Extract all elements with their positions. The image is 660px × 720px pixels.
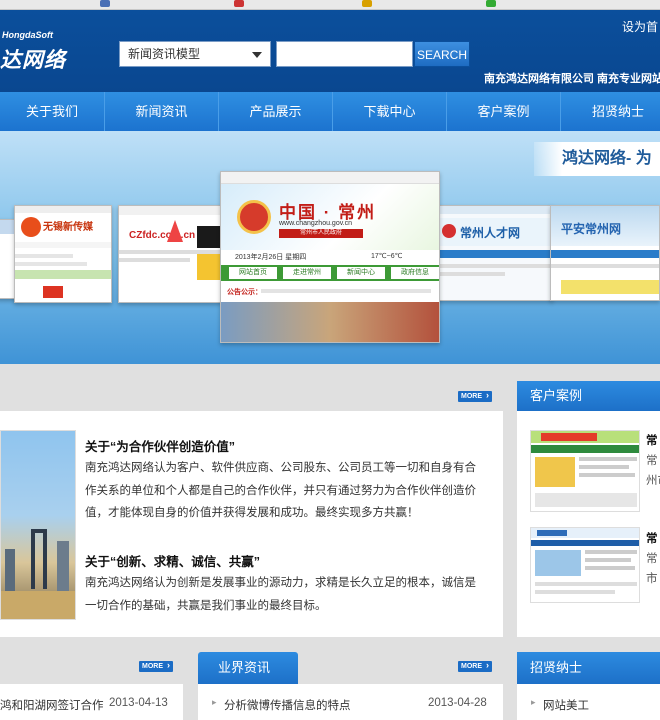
industry-item-date: 2013-04-28 <box>428 697 487 709</box>
card-site-title: 平安常州网 <box>561 222 622 236</box>
cases-heading: 客户案例 <box>517 381 660 411</box>
card-site-title: 常州人才网 <box>460 226 521 240</box>
industry-item-title[interactable]: 分析微博传播信息的特点 <box>224 697 351 713</box>
banner-screenshot-card: 常州人才网 <box>433 205 553 301</box>
banner-screenshot-card-featured: 中国 · 常州 www.changzhou.gov.cn 常州市人民政府 201… <box>220 171 440 343</box>
case-name[interactable]: 常 <box>646 432 658 448</box>
search-button[interactable]: SEARCH <box>414 41 470 67</box>
search-category-select[interactable]: 新闻资讯模型 <box>119 41 271 67</box>
card-site-title: CZfdc.com.cn <box>129 230 196 241</box>
industry-heading: 业界资讯 <box>198 652 298 684</box>
about-heading-2: 关于“创新、求精、诚信、共赢” <box>85 555 261 569</box>
case-desc: 市 <box>646 573 658 585</box>
bookmark-icon[interactable] <box>100 0 110 7</box>
logo-english: HongdaSoft <box>2 30 53 40</box>
company-tagline: 南充鸿达网络有限公司 南充专业网站 <box>484 73 660 85</box>
card-site-subtitle: 常州市人民政府 <box>279 229 363 238</box>
card-weather: 17℃~6℃ <box>371 253 403 260</box>
banner-screenshot-card: CZfdc.com.cn <box>118 205 222 303</box>
case-thumbnail[interactable] <box>530 430 640 512</box>
bookmark-icon[interactable] <box>486 0 496 7</box>
bookmark-icon[interactable] <box>234 0 244 7</box>
about-photo <box>0 430 76 620</box>
nav-item-jobs[interactable]: 招贤纳士 <box>561 92 660 131</box>
nav-item-cases[interactable]: 客户案例 <box>447 92 561 131</box>
job-item[interactable]: 网站美工 <box>543 697 589 713</box>
about-heading-1: 关于“为合作伙伴创造价值” <box>85 440 236 454</box>
card-nav-item: 新闻中心 <box>337 267 385 279</box>
case-name[interactable]: 常 <box>646 530 658 546</box>
about-paragraph-1: 南充鸿达网络认为客户、软件供应商、公司股东、公司员工等一切和自身有合作关系的单位… <box>85 462 476 519</box>
main-nav: 关于我们 新闻资讯 产品展示 下载中心 客户案例 招贤纳士 <box>0 92 660 131</box>
card-nav-item: 网站首页 <box>229 267 277 279</box>
set-homepage-link[interactable]: 设为首 <box>622 18 658 35</box>
search-input[interactable] <box>276 41 413 67</box>
nav-item-downloads[interactable]: 下载中心 <box>333 92 447 131</box>
card-site-url: www.changzhou.gov.cn <box>279 220 353 227</box>
about-paragraph-2: 南充鸿达网络认为创新是发展事业的源动力，求精是长久立足的根本，诚信是一切合作的基… <box>85 577 476 612</box>
about-more-button[interactable]: MORE <box>458 390 492 402</box>
news-item-title[interactable]: 鸿和阳湖网签订合作 <box>0 697 104 713</box>
search-category-value: 新闻资讯模型 <box>128 47 201 61</box>
banner-screenshot-card: 平安常州网 <box>550 205 660 301</box>
banner-screenshot-card: 无锡新传媒 <box>14 205 112 303</box>
industry-more-button[interactable]: MORE <box>458 660 492 672</box>
nav-item-products[interactable]: 产品展示 <box>219 92 333 131</box>
case-desc: 州市 <box>646 475 660 487</box>
case-desc: 常 <box>646 553 658 565</box>
news-more-button[interactable]: MORE <box>139 660 173 672</box>
logo[interactable]: 达网络 <box>0 44 66 74</box>
nav-item-news[interactable]: 新闻资讯 <box>105 92 219 131</box>
bookmarks-bar <box>0 0 660 10</box>
bookmark-icon[interactable] <box>362 0 372 7</box>
case-thumbnail[interactable] <box>530 527 640 603</box>
card-notice: 公告公示： <box>227 289 262 296</box>
chevron-down-icon <box>252 52 262 58</box>
news-item-date: 2013-04-13 <box>109 697 168 709</box>
banner-slogan: 鸿达网络- 为 <box>534 142 660 176</box>
card-nav-item: 走进常州 <box>283 267 331 279</box>
bullet-icon: ▸ <box>212 697 217 707</box>
card-nav-item: 政府信息 <box>391 267 439 279</box>
card-date: 2013年2月26日 星期四 <box>235 254 307 261</box>
bullet-icon: ▸ <box>531 697 536 707</box>
case-desc: 常 <box>646 455 658 467</box>
jobs-heading: 招贤纳士 <box>517 652 660 684</box>
card-site-title: 无锡新传媒 <box>43 222 93 233</box>
nav-item-about[interactable]: 关于我们 <box>0 92 105 131</box>
hero-banner: 鸿达网络- 为 无锡新传媒 CZfdc.com.cn 常州人才网 平安常州网 中… <box>0 131 660 364</box>
